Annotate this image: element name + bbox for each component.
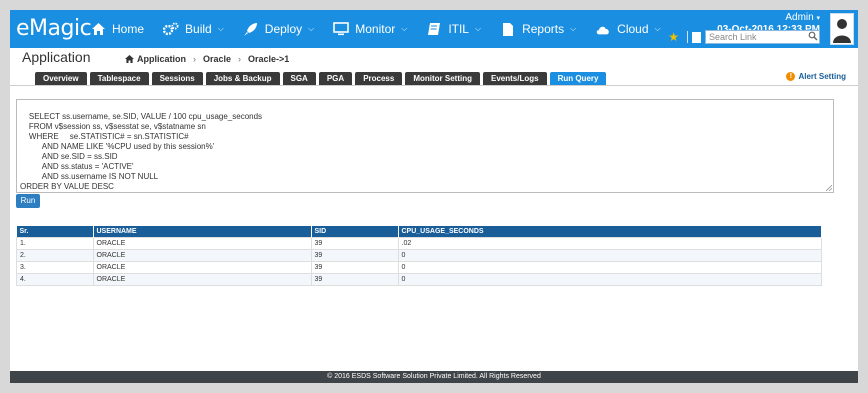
cell-sr: 4. xyxy=(16,273,94,286)
user-name: Admin xyxy=(785,12,814,23)
nav-itil-label: ITIL xyxy=(448,22,469,36)
cell-sr: 3. xyxy=(16,261,94,274)
table-row: 2. ORACLE 39 0 xyxy=(16,249,822,262)
chevron-down-icon: ⌵ xyxy=(654,24,661,33)
document-icon xyxy=(500,21,516,37)
search-link-input[interactable]: Search Link xyxy=(705,30,820,44)
tab-sga[interactable]: SGA xyxy=(282,72,316,85)
chevron-down-icon: ⌵ xyxy=(401,24,408,33)
user-menu[interactable]: Admin ▾ xyxy=(717,12,820,23)
chevron-down-icon: ⌵ xyxy=(217,24,224,33)
cell-sid: 39 xyxy=(310,261,399,274)
cell-sid: 39 xyxy=(310,273,399,286)
chevron-down-icon: ⌵ xyxy=(474,24,482,33)
tab-run-query[interactable]: Run Query xyxy=(549,72,607,85)
chevron-down-icon: ▾ xyxy=(816,15,820,22)
nav-cloud-label: Cloud xyxy=(617,22,649,36)
cell-sid: 39 xyxy=(310,249,399,262)
home-icon xyxy=(125,55,134,63)
tab-sessions[interactable]: Sessions xyxy=(151,72,203,85)
query-text: SELECT ss.username, se.SID, VALUE / 100 … xyxy=(20,112,263,191)
search-row: ★ Search Link xyxy=(668,30,820,44)
breadcrumb: Application › Oracle › Oracle->1 xyxy=(125,54,289,64)
column-header-cpu-usage: CPU_USAGE_SECONDS xyxy=(398,226,822,238)
rocket-icon xyxy=(243,21,259,37)
footer: © 2016 ESDS Software Solution Private Li… xyxy=(10,371,858,383)
column-header-sr: Sr. xyxy=(16,226,94,238)
tab-jobs-backup[interactable]: Jobs & Backup xyxy=(205,72,280,85)
run-button[interactable]: Run xyxy=(16,194,40,208)
tab-monitor-setting[interactable]: Monitor Setting xyxy=(405,72,480,85)
chevron-down-icon: ⌵ xyxy=(308,24,315,33)
alert-setting-label: Alert Setting xyxy=(798,72,846,81)
emagic-logo[interactable]: eMagic xyxy=(16,16,92,41)
cell-username: ORACLE xyxy=(92,249,312,262)
query-textarea[interactable]: SELECT ss.username, se.SID, VALUE / 100 … xyxy=(16,99,834,193)
nav-monitor-label: Monitor xyxy=(355,22,396,36)
table-header-row: Sr. USERNAME SID CPU_USAGE_SECONDS xyxy=(16,226,822,238)
nav-reports[interactable]: Reports ⌵ xyxy=(500,21,576,37)
chevron-down-icon: ⌵ xyxy=(570,24,577,33)
nav-home[interactable]: Home xyxy=(90,21,144,37)
gears-icon xyxy=(163,21,179,37)
nav-deploy[interactable]: Deploy ⌵ xyxy=(243,21,314,37)
search-icon[interactable] xyxy=(808,31,818,41)
main-nav: Home Build ⌵ Deploy ⌵ Monitor ⌵ ITIL ⌵ R… xyxy=(90,10,680,48)
page-title: Application xyxy=(22,49,91,65)
column-header-username: USERNAME xyxy=(93,226,312,238)
avatar[interactable] xyxy=(830,13,854,45)
nav-reports-label: Reports xyxy=(522,22,565,36)
cell-cpu-usage: 0 xyxy=(397,261,822,274)
results-table: Sr. USERNAME SID CPU_USAGE_SECONDS 1. OR… xyxy=(16,226,822,286)
breadcrumb-oracle[interactable]: Oracle xyxy=(203,54,231,64)
home-icon xyxy=(90,21,106,37)
nav-itil[interactable]: ITIL ⌵ xyxy=(426,21,481,37)
cell-sid: 39 xyxy=(310,237,399,250)
book-icon xyxy=(426,21,442,37)
cell-username: ORACLE xyxy=(92,273,312,286)
tab-process[interactable]: Process xyxy=(355,72,403,85)
notes-icon[interactable] xyxy=(692,31,701,43)
tab-pga[interactable]: PGA xyxy=(318,72,353,85)
divider xyxy=(10,85,858,86)
monitor-icon xyxy=(333,21,350,37)
nav-build[interactable]: Build ⌵ xyxy=(163,21,224,37)
nav-deploy-label: Deploy xyxy=(264,22,303,36)
cell-sr: 1. xyxy=(16,237,94,250)
alert-setting-link[interactable]: ! Alert Setting xyxy=(786,72,846,81)
nav-monitor[interactable]: Monitor ⌵ xyxy=(333,21,407,37)
nav-home-label: Home xyxy=(112,22,145,36)
divider xyxy=(687,31,688,43)
search-placeholder: Search Link xyxy=(709,32,757,42)
cell-cpu-usage: 0 xyxy=(397,249,822,262)
tab-bar: Overview Tablespace Sessions Jobs & Back… xyxy=(35,72,609,85)
cell-cpu-usage: 0 xyxy=(397,273,822,286)
table-row: 4. ORACLE 39 0 xyxy=(16,273,822,286)
breadcrumb-oracle-1: Oracle->1 xyxy=(248,54,290,64)
top-navbar: eMagic Home Build ⌵ Deploy ⌵ Monitor ⌵ I… xyxy=(10,10,858,48)
nav-build-label: Build xyxy=(185,22,212,36)
cell-username: ORACLE xyxy=(92,261,312,274)
page-header: Application Application › Oracle › Oracl… xyxy=(22,48,852,72)
table-row: 1. ORACLE 39 .02 xyxy=(16,237,822,250)
tab-overview[interactable]: Overview xyxy=(35,72,87,85)
breadcrumb-separator-icon: › xyxy=(193,54,196,64)
table-row: 3. ORACLE 39 0 xyxy=(16,261,822,274)
breadcrumb-application[interactable]: Application xyxy=(137,54,186,64)
cell-username: ORACLE xyxy=(92,237,312,250)
app-frame: eMagic Home Build ⌵ Deploy ⌵ Monitor ⌵ I… xyxy=(10,10,858,383)
cell-sr: 2. xyxy=(16,249,94,262)
star-icon[interactable]: ★ xyxy=(668,30,679,44)
alert-icon: ! xyxy=(786,72,796,81)
resize-handle-icon[interactable] xyxy=(826,185,832,191)
nav-cloud[interactable]: Cloud ⌵ xyxy=(595,21,661,37)
tab-events-logs[interactable]: Events/Logs xyxy=(482,72,547,85)
breadcrumb-separator-icon: › xyxy=(238,54,242,64)
cell-cpu-usage: .02 xyxy=(397,237,822,250)
cloud-icon xyxy=(595,21,611,37)
tab-tablespace[interactable]: Tablespace xyxy=(89,72,149,85)
column-header-sid: SID xyxy=(311,226,399,238)
